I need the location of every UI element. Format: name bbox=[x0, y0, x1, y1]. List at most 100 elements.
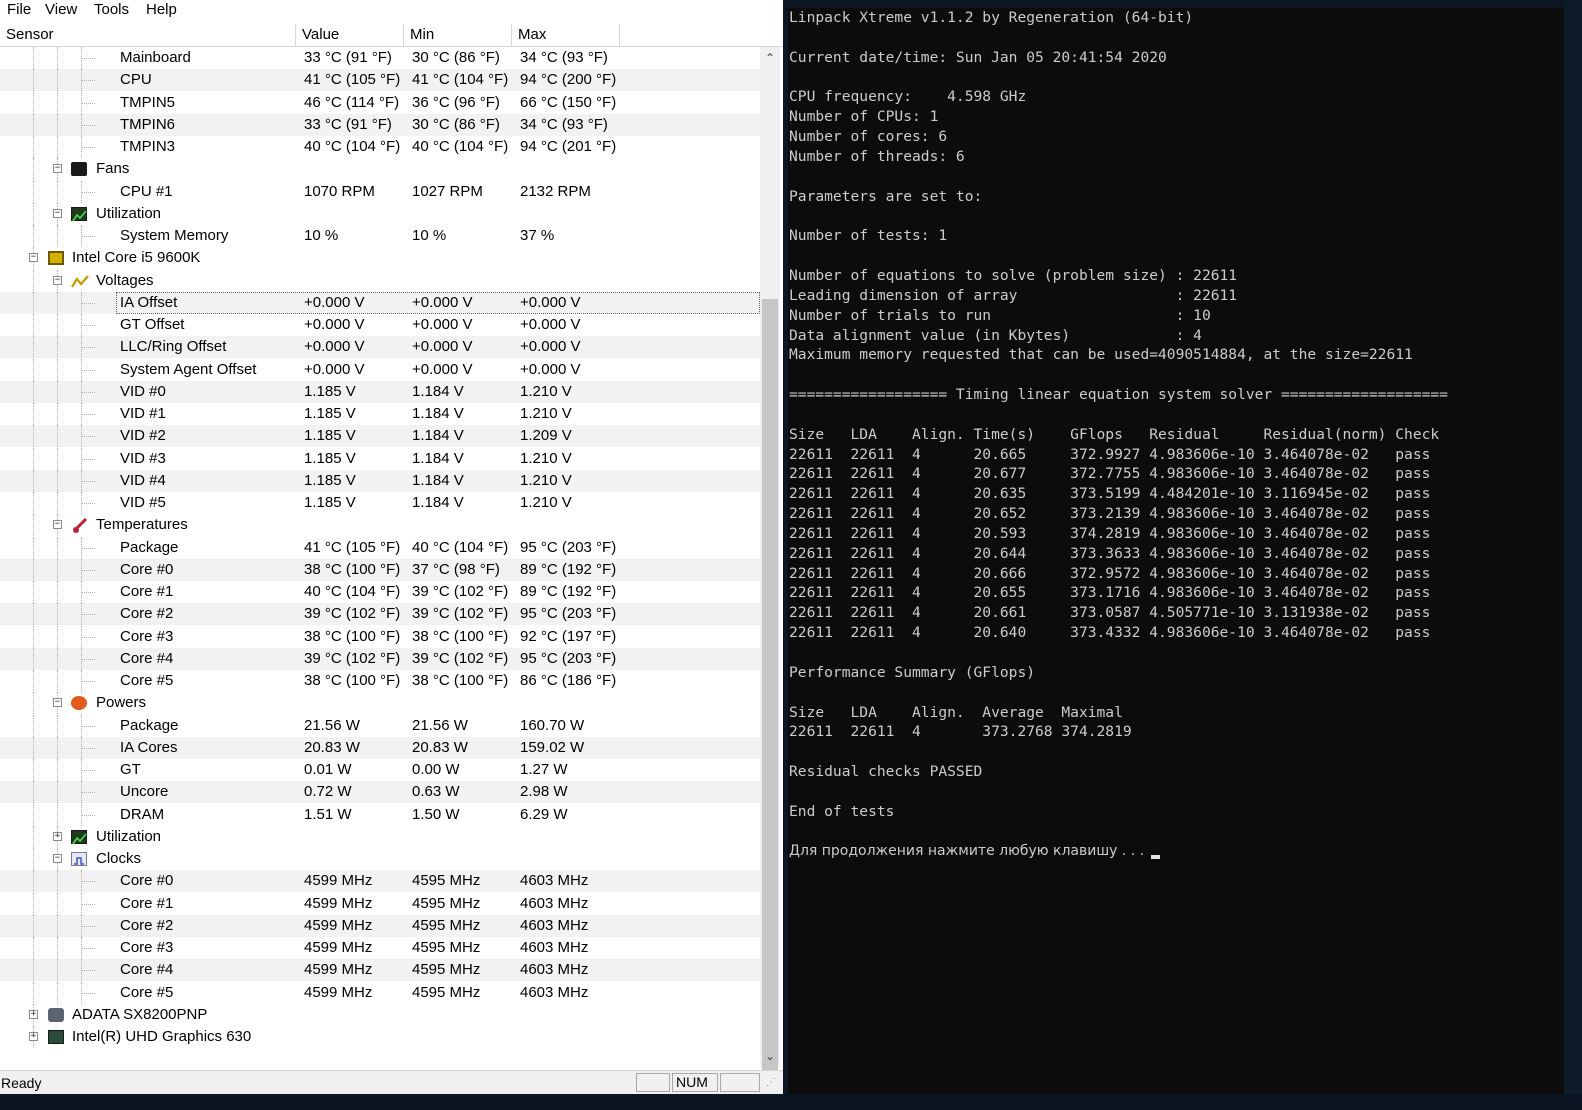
sensor-group-row[interactable]: + Intel(R) UHD Graphics 630 bbox=[0, 1026, 760, 1048]
sensor-group-row[interactable]: − Temperatures bbox=[0, 514, 760, 536]
sensor-row[interactable]: TMPIN5 46 °C (114 °F) 36 °C (96 °F) 66 °C (… bbox=[0, 92, 760, 114]
sensor-group-row[interactable]: − Voltages bbox=[0, 270, 760, 292]
sensor-row[interactable]: Core #0 4599 MHz 4595 MHz 4603 MHz bbox=[0, 870, 760, 892]
tree-line bbox=[33, 692, 34, 714]
expand-icon[interactable]: + bbox=[29, 1010, 38, 1019]
sensor-row[interactable]: GT 0.01 W 0.00 W 1.27 W bbox=[0, 759, 760, 781]
sensor-row[interactable]: System Agent Offset +0.000 V +0.000 V +0.00… bbox=[0, 359, 760, 381]
collapse-icon[interactable]: − bbox=[53, 854, 62, 863]
tree-line bbox=[82, 125, 95, 126]
sensor-group-row[interactable]: − Fans bbox=[0, 158, 760, 180]
sensor-value: 1.185 V bbox=[304, 427, 356, 444]
collapse-icon[interactable]: − bbox=[53, 698, 62, 707]
column-max[interactable]: Max bbox=[512, 24, 620, 46]
sensor-min: 4595 MHz bbox=[412, 961, 481, 978]
expand-icon[interactable]: + bbox=[29, 1032, 38, 1041]
sensor-row[interactable]: VID #2 1.185 V 1.184 V 1.209 V bbox=[0, 425, 760, 447]
sensor-row[interactable]: Mainboard 33 °C (91 °F) 30 °C (86 °F) 34 °C… bbox=[0, 47, 760, 69]
sensor-row[interactable]: Uncore 0.72 W 0.63 W 2.98 W bbox=[0, 781, 760, 803]
sensor-max: +0.000 V bbox=[520, 294, 581, 311]
sensor-row[interactable]: Core #2 39 °C (102 °F) 39 °C (102 °F) 95 °C… bbox=[0, 603, 760, 625]
collapse-icon[interactable]: − bbox=[53, 164, 62, 173]
sensor-name: Core #3 bbox=[120, 939, 174, 956]
sensor-max: 95 °C (203 °F) bbox=[520, 605, 617, 622]
sensor-row[interactable]: VID #0 1.185 V 1.184 V 1.210 V bbox=[0, 381, 760, 403]
sensor-group-row[interactable]: − Utilization bbox=[0, 203, 760, 225]
sensor-row[interactable]: IA Cores 20.83 W 20.83 W 159.02 W bbox=[0, 737, 760, 759]
sensor-row[interactable]: IA Offset +0.000 V +0.000 V +0.000 V bbox=[0, 292, 760, 314]
sensor-group-row[interactable]: − Powers bbox=[0, 692, 760, 714]
sensor-group-row[interactable]: − Intel Core i5 9600K bbox=[0, 247, 760, 269]
sensor-row[interactable]: Core #2 4599 MHz 4595 MHz 4603 MHz bbox=[0, 915, 760, 937]
voltage-icon bbox=[71, 274, 89, 288]
column-min[interactable]: Min bbox=[404, 24, 512, 46]
sensor-min: 0.63 W bbox=[412, 783, 460, 800]
sensor-row[interactable]: Core #3 4599 MHz 4595 MHz 4603 MHz bbox=[0, 937, 760, 959]
collapse-icon[interactable]: − bbox=[29, 253, 38, 262]
sensor-group-row[interactable]: + ADATA SX8200PNP bbox=[0, 1004, 760, 1026]
sensor-row[interactable]: TMPIN6 33 °C (91 °F) 30 °C (86 °F) 34 °C (9… bbox=[0, 114, 760, 136]
vertical-scrollbar[interactable]: ⌃ ⌄ bbox=[760, 47, 780, 1089]
column-value[interactable]: Value bbox=[296, 24, 404, 46]
expand-icon[interactable]: + bbox=[53, 832, 62, 841]
sensor-row[interactable]: Core #5 38 °C (100 °F) 38 °C (100 °F) 86 °C… bbox=[0, 670, 760, 692]
sensor-min: 39 °C (102 °F) bbox=[412, 583, 509, 600]
sensor-row[interactable]: CPU #1 1070 RPM 1027 RPM 2132 RPM bbox=[0, 181, 760, 203]
sensor-row[interactable]: Core #1 4599 MHz 4595 MHz 4603 MHz bbox=[0, 893, 760, 915]
console-line: Current date/time: Sun Jan 05 20:41:54 2… bbox=[789, 48, 1167, 66]
sensor-value: 39 °C (102 °F) bbox=[304, 605, 401, 622]
sensor-group-row[interactable]: − Clocks bbox=[0, 848, 760, 870]
sensor-name: Utilization bbox=[96, 828, 162, 845]
menu-tools[interactable]: Tools bbox=[94, 1, 129, 19]
sensor-row[interactable]: Core #4 39 °C (102 °F) 39 °C (102 °F) 95 °C… bbox=[0, 648, 760, 670]
sensor-row[interactable]: DRAM 1.51 W 1.50 W 6.29 W bbox=[0, 804, 760, 826]
sensor-row[interactable]: GT Offset +0.000 V +0.000 V +0.000 V bbox=[0, 314, 760, 336]
sensor-row[interactable]: VID #5 1.185 V 1.184 V 1.210 V bbox=[0, 492, 760, 514]
console-output: Linpack Xtreme v1.1.2 by Regeneration (6… bbox=[789, 8, 1448, 862]
sensor-row[interactable]: TMPIN3 40 °C (104 °F) 40 °C (104 °F) 94 °C … bbox=[0, 136, 760, 158]
collapse-icon[interactable]: − bbox=[53, 276, 62, 285]
console-line: Data alignment value (in Kbytes) : 4 bbox=[789, 326, 1202, 344]
sensor-min: +0.000 V bbox=[412, 316, 473, 333]
sensor-row[interactable]: LLC/Ring Offset +0.000 V +0.000 V +0.000 V bbox=[0, 336, 760, 358]
sensor-row[interactable]: Core #4 4599 MHz 4595 MHz 4603 MHz bbox=[0, 959, 760, 981]
sensor-value: 21.56 W bbox=[304, 717, 360, 734]
menu-file[interactable]: File bbox=[7, 1, 31, 19]
sensor-row[interactable]: Core #3 38 °C (100 °F) 38 °C (100 °F) 92 °C… bbox=[0, 626, 760, 648]
collapse-icon[interactable]: − bbox=[53, 209, 62, 218]
sensor-min: 4595 MHz bbox=[412, 895, 481, 912]
sensor-row[interactable]: VID #3 1.185 V 1.184 V 1.210 V bbox=[0, 448, 760, 470]
scroll-up-icon[interactable]: ⌃ bbox=[763, 51, 777, 65]
scrollbar-thumb[interactable] bbox=[762, 299, 778, 1089]
tree-line bbox=[57, 492, 58, 514]
sensor-value: 41 °C (105 °F) bbox=[304, 539, 401, 556]
tree-line bbox=[57, 759, 58, 781]
sensor-row[interactable]: Core #5 4599 MHz 4595 MHz 4603 MHz bbox=[0, 982, 760, 1004]
status-bar: Ready NUM ⋰ bbox=[0, 1070, 783, 1094]
sensor-row[interactable]: VID #4 1.185 V 1.184 V 1.210 V bbox=[0, 470, 760, 492]
sensor-row[interactable]: VID #1 1.185 V 1.184 V 1.210 V bbox=[0, 403, 760, 425]
sensor-tree[interactable]: Mainboard 33 °C (91 °F) 30 °C (86 °F) 34 °C… bbox=[0, 47, 760, 1067]
collapse-icon[interactable]: − bbox=[53, 520, 62, 529]
menu-view[interactable]: View bbox=[45, 1, 77, 19]
sensor-name: IA Cores bbox=[120, 739, 178, 756]
sensor-row[interactable]: Package 41 °C (105 °F) 40 °C (104 °F) 95 °C… bbox=[0, 537, 760, 559]
tree-line bbox=[82, 325, 95, 326]
sensor-row[interactable]: Package 21.56 W 21.56 W 160.70 W bbox=[0, 715, 760, 737]
sensor-row[interactable]: CPU 41 °C (105 °F) 41 °C (104 °F) 94 °C (20… bbox=[0, 69, 760, 91]
sensor-name: Core #5 bbox=[120, 672, 174, 689]
sensor-group-row[interactable]: + Utilization bbox=[0, 826, 760, 848]
sensor-max: 89 °C (192 °F) bbox=[520, 561, 617, 578]
tree-line bbox=[57, 336, 58, 358]
column-sensor[interactable]: Sensor bbox=[0, 24, 296, 46]
menu-help[interactable]: Help bbox=[146, 1, 177, 19]
scroll-down-icon[interactable]: ⌄ bbox=[763, 1049, 777, 1063]
sensor-min: 1.184 V bbox=[412, 383, 464, 400]
tree-line bbox=[82, 58, 95, 59]
sensor-row[interactable]: Core #1 40 °C (104 °F) 39 °C (102 °F) 89 °C… bbox=[0, 581, 760, 603]
sensor-row[interactable]: Core #0 38 °C (100 °F) 37 °C (98 °F) 89 °C … bbox=[0, 559, 760, 581]
tree-line bbox=[82, 993, 95, 994]
sensor-name: Package bbox=[120, 717, 179, 734]
resize-grip-icon[interactable]: ⋰ bbox=[766, 1077, 776, 1088]
sensor-row[interactable]: System Memory 10 % 10 % 37 % bbox=[0, 225, 760, 247]
